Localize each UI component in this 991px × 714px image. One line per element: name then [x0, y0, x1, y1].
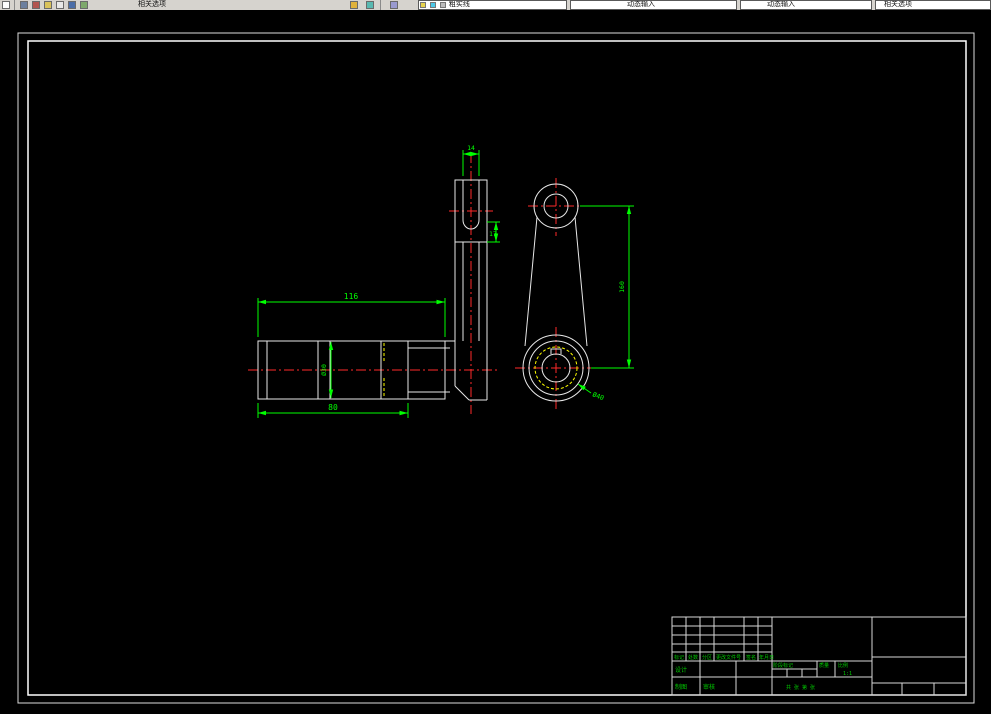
- toolbar-field-4[interactable]: 相关选项: [875, 0, 991, 10]
- ucs-icon[interactable]: [20, 1, 28, 9]
- dimension-160: 160: [580, 205, 634, 369]
- toolbar-label: 相关选项: [138, 1, 166, 8]
- layer-dropdown-value: 粗实线: [448, 1, 470, 8]
- save-icon[interactable]: [56, 1, 64, 9]
- redraw-icon[interactable]: [32, 1, 40, 9]
- revision-header: 标记: [674, 654, 684, 661]
- layers-icon[interactable]: [80, 1, 88, 9]
- toolbar-separator: [14, 0, 15, 10]
- layer-dropdown[interactable]: 粗实线: [418, 0, 567, 10]
- stage-label: 阶段标记: [773, 662, 793, 669]
- arm-left-edge: [524, 216, 538, 347]
- sheet-count: 共 张 第 张: [786, 684, 815, 691]
- revision-header: 处数: [688, 654, 698, 661]
- dimension-80: 80: [257, 403, 409, 418]
- side-view: 116 80 14 17 Ø30: [248, 144, 500, 418]
- cad-application-window: 相关选项 粗实线 动态输入 动态输入 相关选项 116 80 14 17 Ø30…: [0, 0, 991, 714]
- limb-chamfer: [454, 385, 470, 401]
- revision-header: 签名: [746, 654, 756, 661]
- dimension-label: 160: [618, 281, 626, 293]
- revision-header: 更改文件号: [716, 654, 741, 661]
- properties-icon[interactable]: [390, 1, 398, 9]
- toolbar-field-3[interactable]: 动态输入: [740, 0, 872, 10]
- toolbar-field-2[interactable]: 动态输入: [570, 0, 737, 10]
- dimension-label: 116: [344, 292, 359, 301]
- toolbar-separator: [380, 0, 381, 10]
- dimension-dia40: Ø40: [577, 383, 605, 402]
- layer-on-icon: [420, 2, 426, 8]
- revision-header: 年月日: [759, 654, 774, 661]
- toolbar-field-3-value: 动态输入: [767, 1, 795, 8]
- arm-right-edge: [574, 216, 588, 347]
- dimension-label: 14: [467, 144, 475, 152]
- layer-freeze-icon: [429, 2, 436, 8]
- scale-label: 比例: [838, 662, 848, 669]
- dimension-label: 17: [489, 230, 497, 238]
- toolbar-field-4-value: 相关选项: [884, 1, 912, 8]
- drawing-canvas[interactable]: 116 80 14 17 Ø30 160 Ø40 标记 处数 分区 更改文件号 …: [0, 10, 991, 714]
- grid-icon[interactable]: [68, 1, 76, 9]
- dimension-label: 80: [328, 403, 338, 412]
- role-label: 制图: [675, 683, 687, 691]
- role-label: 设计: [675, 666, 687, 674]
- revision-header: 分区: [702, 654, 712, 661]
- document-icon[interactable]: [2, 1, 10, 9]
- dimension-17: 17: [487, 221, 500, 243]
- sheet-frame: [17, 32, 975, 704]
- dimension-label: Ø40: [591, 390, 605, 402]
- dimension-116: 116: [257, 292, 446, 337]
- weight-label: 质量: [819, 662, 829, 669]
- redo-icon[interactable]: [366, 1, 374, 9]
- dimension-label: Ø30: [320, 364, 328, 376]
- front-view: 160 Ø40: [515, 178, 634, 411]
- folder-icon[interactable]: [44, 1, 52, 9]
- toolbar-field-2-value: 动态输入: [627, 1, 655, 8]
- scale-value: 1:1: [843, 671, 852, 677]
- role-label: 审核: [703, 683, 715, 691]
- title-block: 标记 处数 分区 更改文件号 签名 年月日 设计 制图 审核 阶段标记 质量 比…: [671, 616, 967, 696]
- layer-lock-icon: [439, 2, 446, 8]
- undo-icon[interactable]: [350, 1, 358, 9]
